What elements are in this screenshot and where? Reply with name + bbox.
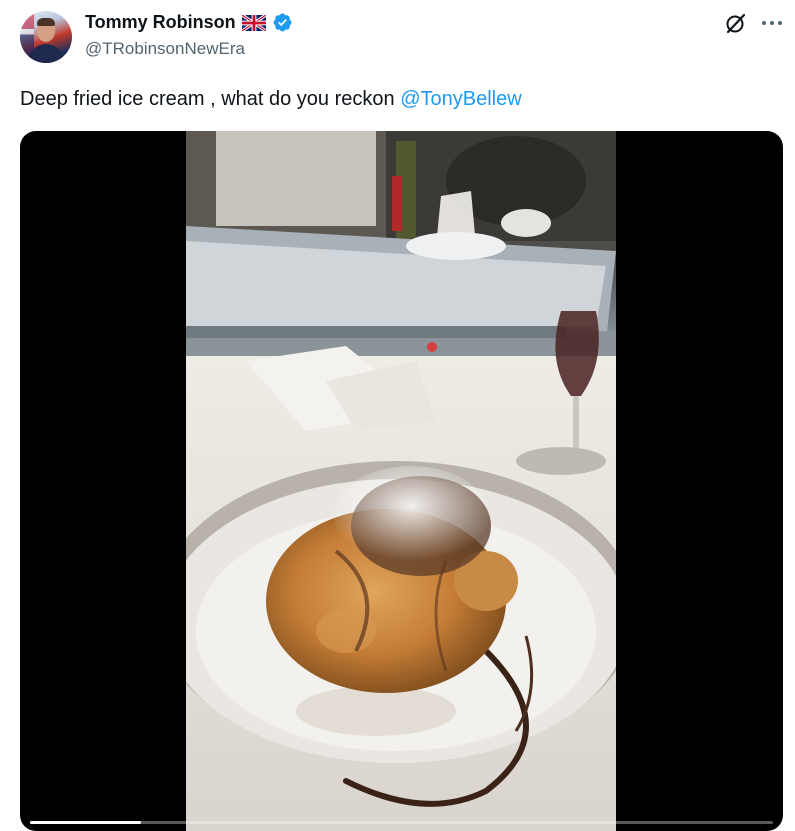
uk-flag-icon	[241, 14, 266, 31]
tweet-text: Deep fried ice cream , what do you recko…	[20, 86, 522, 112]
grok-button[interactable]	[722, 9, 750, 37]
tweet-video[interactable]	[20, 131, 783, 831]
tweet-body-text: Deep fried ice cream , what do you recko…	[20, 88, 401, 110]
video-still-image	[186, 131, 616, 831]
author-handle[interactable]: @TRobinsonNewEra	[85, 39, 245, 59]
author-name-row: Tommy Robinson	[85, 12, 293, 33]
video-frame[interactable]	[186, 131, 616, 831]
more-options-icon	[762, 21, 782, 25]
more-options-button[interactable]	[758, 9, 786, 37]
verified-badge-icon	[273, 13, 292, 32]
author-display-name[interactable]: Tommy Robinson	[85, 12, 236, 33]
mention-link[interactable]: @TonyBellew	[400, 88, 521, 110]
avatar-hair	[37, 18, 55, 26]
grok-icon	[726, 13, 746, 34]
author-avatar[interactable]	[20, 11, 72, 63]
